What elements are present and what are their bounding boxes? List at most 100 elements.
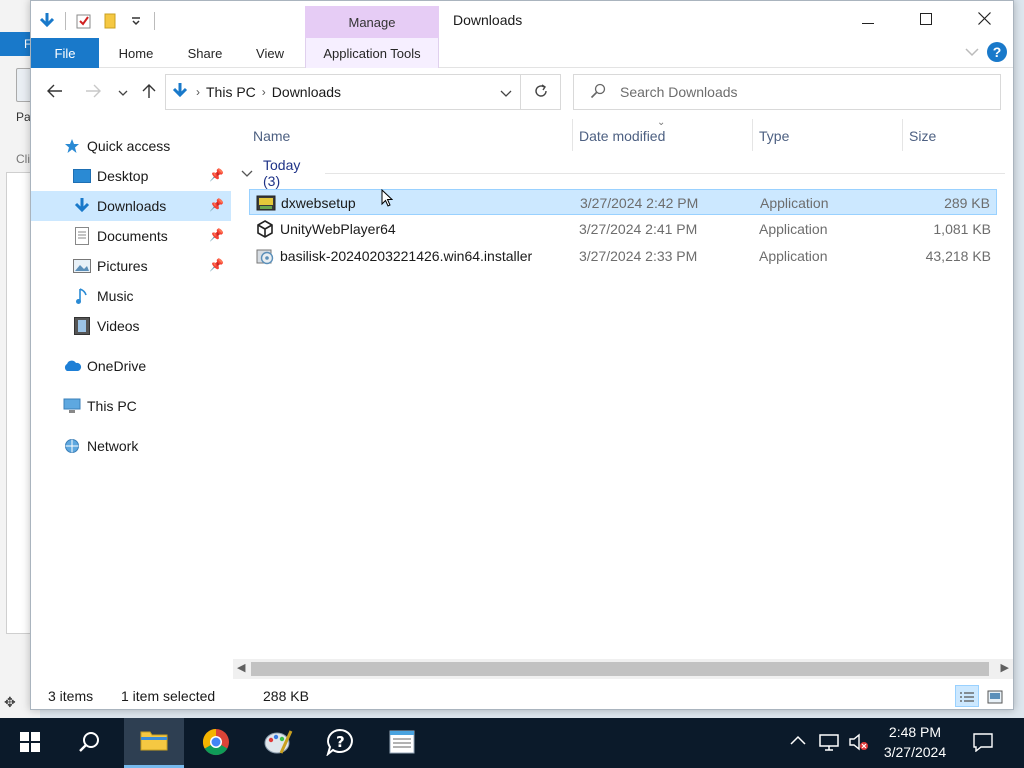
tab-view[interactable]: View (249, 38, 291, 68)
search-taskbar-button[interactable] (60, 718, 120, 768)
music-icon (73, 287, 91, 305)
column-header-size[interactable]: Size (903, 119, 999, 151)
column-header-name[interactable]: Name (247, 119, 573, 151)
network-tray-icon[interactable] (818, 732, 840, 755)
start-button[interactable] (0, 718, 60, 768)
volume-muted-icon[interactable] (848, 732, 870, 755)
horizontal-scrollbar[interactable]: ◀ ▶ (233, 659, 1013, 679)
nav-this-pc[interactable]: This PC (31, 391, 231, 421)
nav-videos[interactable]: Videos (31, 311, 231, 341)
nav-music[interactable]: Music (31, 281, 231, 311)
file-explorer-window: Manage Downloads File Home Share View Ap… (30, 0, 1014, 710)
file-date: 3/27/2024 2:41 PM (579, 221, 698, 237)
details-view-button[interactable] (955, 685, 979, 707)
nav-onedrive[interactable]: OneDrive (31, 351, 231, 381)
minimize-button[interactable] (839, 1, 897, 39)
column-header-type[interactable]: Type (753, 119, 903, 151)
search-box[interactable]: Search Downloads (573, 74, 1001, 110)
file-explorer-taskbar-button[interactable] (124, 718, 184, 768)
navigation-bar: › This PC › Downloads Search Downloads (31, 68, 1013, 116)
nav-quick-access[interactable]: Quick access (31, 131, 231, 161)
group-header-today[interactable]: Today (3) (239, 157, 1005, 189)
breadcrumb-this-pc[interactable]: This PC (206, 84, 256, 100)
get-help-taskbar-button[interactable]: ? (310, 718, 370, 768)
breadcrumb-separator-icon: › (261, 85, 266, 99)
system-clock[interactable]: 2:48 PM 3/27/2024 (872, 722, 958, 762)
forward-button[interactable] (81, 80, 105, 104)
nav-downloads[interactable]: Downloads 📌 (31, 191, 231, 221)
download-arrow-icon (37, 11, 57, 31)
action-center-icon[interactable] (972, 732, 994, 755)
nav-downloads-label: Downloads (97, 198, 167, 214)
clock-time: 2:48 PM (888, 724, 942, 740)
group-collapse-icon (241, 165, 253, 181)
ribbon-tab-bar: File Home Share View Application Tools ? (31, 38, 1013, 68)
documents-icon (73, 227, 91, 245)
star-icon (63, 137, 81, 155)
pin-icon: 📌 (209, 228, 224, 242)
tab-share[interactable]: Share (181, 38, 229, 68)
up-button[interactable] (137, 80, 161, 104)
scroll-right-icon[interactable]: ▶ (1001, 661, 1009, 674)
column-header-date[interactable]: Date modified (573, 119, 753, 151)
file-size: 43,218 KB (925, 248, 991, 264)
nav-desktop[interactable]: Desktop 📌 (31, 161, 231, 191)
close-button[interactable] (955, 1, 1013, 39)
help-icon[interactable]: ? (987, 42, 1007, 62)
nav-music-label: Music (97, 288, 134, 304)
large-icons-view-icon (987, 690, 1003, 707)
scroll-left-icon[interactable]: ◀ (237, 661, 245, 674)
properties-icon[interactable] (74, 11, 94, 31)
maximize-button[interactable] (897, 1, 955, 39)
background-paste-label: Pa (16, 110, 31, 124)
group-divider (325, 172, 1005, 174)
back-button[interactable] (43, 80, 67, 104)
manage-contextual-tab[interactable]: Manage (305, 6, 439, 38)
file-name: basilisk-20240203221426.win64.installer (280, 248, 533, 264)
videos-icon (73, 317, 91, 335)
large-icons-view-button[interactable] (983, 685, 1007, 707)
nav-documents[interactable]: Documents 📌 (31, 221, 231, 251)
nav-pictures[interactable]: Pictures 📌 (31, 251, 231, 281)
pictures-icon (73, 257, 91, 275)
new-folder-icon[interactable] (100, 11, 120, 31)
address-bar[interactable]: › This PC › Downloads (165, 74, 521, 110)
back-arrow-icon (47, 84, 63, 101)
tab-application-tools[interactable]: Application Tools (305, 38, 439, 68)
tab-file[interactable]: File (31, 38, 99, 68)
customize-qat-icon[interactable] (126, 11, 146, 31)
pin-icon: 📌 (209, 198, 224, 212)
chrome-taskbar-button[interactable] (186, 718, 246, 768)
table-row[interactable]: UnityWebPlayer64 3/27/2024 2:41 PM Appli… (249, 216, 997, 242)
expand-ribbon-icon[interactable] (965, 44, 979, 60)
background-clipboard-label: Cli (16, 152, 30, 166)
status-selection: 1 item selected (121, 688, 216, 704)
close-icon (977, 12, 991, 28)
file-size: 1,081 KB (933, 221, 991, 237)
show-hidden-icons-icon[interactable] (790, 732, 806, 748)
recent-locations-button[interactable] (111, 80, 135, 104)
up-arrow-icon (142, 83, 156, 102)
notepad-taskbar-button[interactable] (372, 718, 432, 768)
nav-network[interactable]: Network (31, 431, 231, 461)
refresh-icon (533, 83, 549, 102)
clock-date: 3/27/2024 (883, 744, 947, 760)
windows-logo-icon (20, 731, 40, 755)
table-row[interactable]: dxwebsetup 3/27/2024 2:42 PM Application… (249, 189, 997, 215)
scrollbar-thumb[interactable] (251, 662, 989, 676)
tab-home[interactable]: Home (111, 38, 161, 68)
search-input[interactable]: Search Downloads (620, 84, 738, 100)
minimize-icon (862, 12, 874, 28)
chevron-down-icon (118, 84, 128, 100)
ribbon-right-controls: ? (965, 42, 1007, 62)
refresh-button[interactable] (521, 74, 561, 110)
address-dropdown-icon[interactable] (500, 85, 512, 101)
maximize-icon (920, 12, 932, 28)
qat-divider (65, 12, 66, 30)
search-icon (590, 83, 606, 102)
breadcrumb-downloads[interactable]: Downloads (272, 84, 341, 100)
forward-arrow-icon (85, 84, 101, 101)
paint-taskbar-button[interactable] (248, 718, 308, 768)
table-row[interactable]: basilisk-20240203221426.win64.installer … (249, 243, 997, 269)
nav-desktop-label: Desktop (97, 168, 149, 184)
